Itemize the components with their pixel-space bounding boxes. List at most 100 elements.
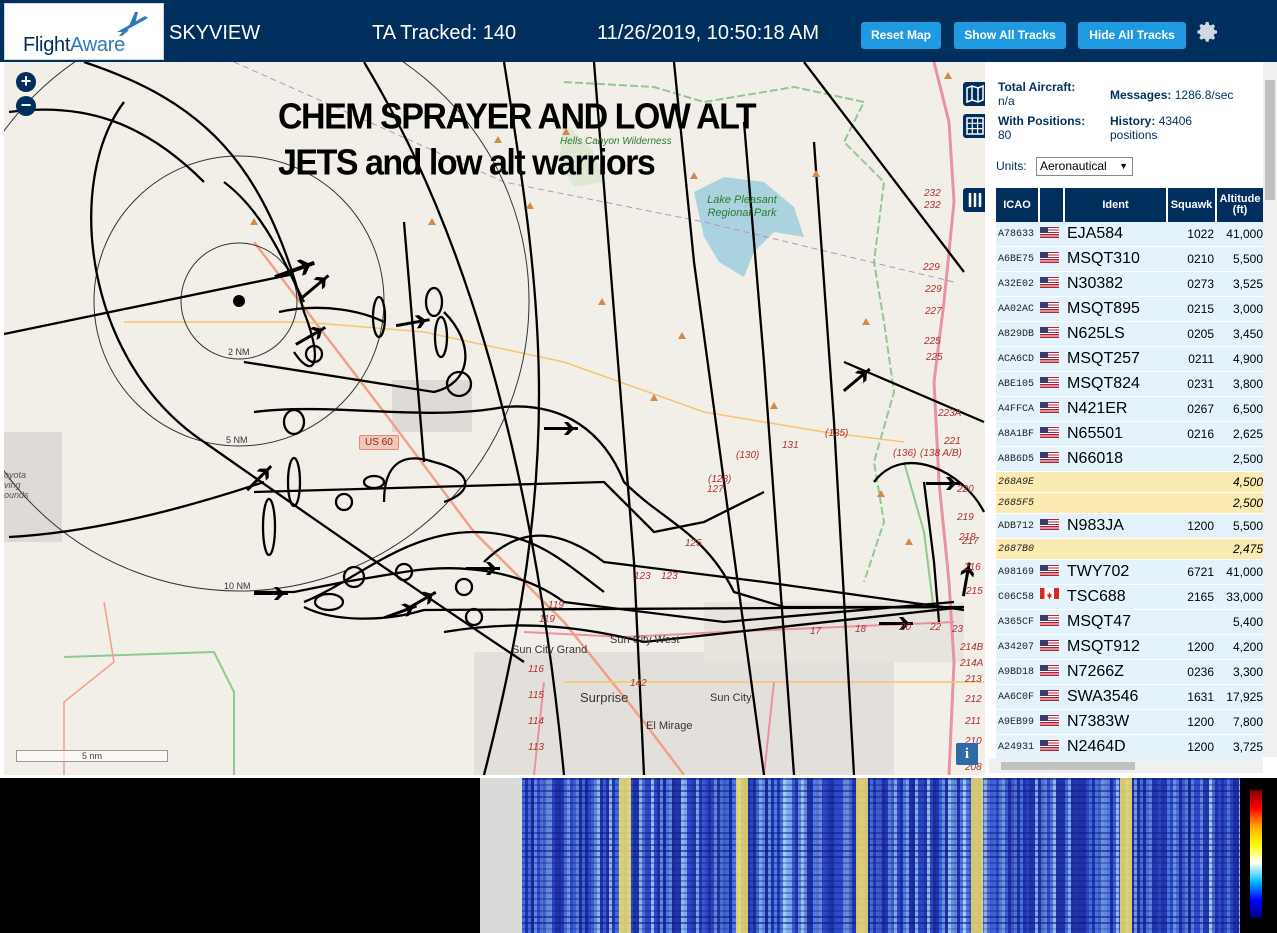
color-scale-bar bbox=[1250, 790, 1262, 918]
waterfall-column bbox=[1179, 778, 1182, 933]
label-sun-city: Sun City bbox=[710, 692, 752, 704]
cell-flag bbox=[1040, 663, 1065, 681]
scroll-thumb[interactable] bbox=[1001, 762, 1135, 770]
waterfall-column bbox=[891, 778, 894, 933]
table-row[interactable]: ABE105 MSQT824 0231 3,800 bbox=[996, 372, 1263, 397]
waterfall-column bbox=[1053, 778, 1056, 933]
col-icao[interactable]: ICAO bbox=[996, 188, 1040, 222]
waterfall-column bbox=[828, 778, 831, 933]
grid-toggle-button[interactable] bbox=[963, 114, 985, 138]
cell-icao: A8A1BF bbox=[998, 428, 1035, 440]
waterfall-column bbox=[675, 778, 678, 933]
cell-icao: A78633 bbox=[998, 228, 1035, 240]
table-row[interactable]: A8A1BF N65501 0216 2,625 bbox=[996, 422, 1263, 447]
table-row[interactable]: A8B6D5 N66018 2,500 bbox=[996, 447, 1263, 472]
waterfall-column bbox=[699, 778, 702, 933]
waterfall-column bbox=[846, 778, 849, 933]
table-row[interactable]: ACA6CD MSQT257 0211 4,900 bbox=[996, 347, 1263, 372]
col-altitude[interactable]: Altitude (ft) bbox=[1217, 188, 1263, 222]
waterfall-column bbox=[939, 778, 942, 933]
waterfall-column bbox=[870, 778, 873, 933]
waterfall-column bbox=[756, 778, 759, 933]
units-select[interactable]: Aeronautical ▼ bbox=[1036, 157, 1133, 176]
table-row[interactable]: A6BE75 MSQT310 0210 5,500 bbox=[996, 247, 1263, 272]
cell-altitude: 3,525 bbox=[1232, 277, 1263, 291]
total-aircraft-label: Total Aircraft: bbox=[998, 80, 1076, 94]
road-label: 131 bbox=[782, 440, 799, 451]
table-row[interactable]: A9BD18 N7266Z 0236 3,300 bbox=[996, 660, 1263, 685]
cell-icao: 268A9E bbox=[998, 476, 1035, 488]
table-row[interactable]: AA6C0F SWA3546 1631 17,925 bbox=[996, 685, 1263, 710]
cell-altitude: 2,475 bbox=[1232, 542, 1263, 556]
cell-squawk: 2165 bbox=[1187, 590, 1214, 604]
total-aircraft-value: n/a bbox=[998, 94, 1015, 108]
info-button[interactable]: i bbox=[956, 743, 978, 765]
table-row[interactable]: A365CF MSQT47 5,400 bbox=[996, 610, 1263, 635]
waterfall-column bbox=[606, 778, 609, 933]
waterfall-column bbox=[1089, 778, 1092, 933]
panel-horizontal-scrollbar[interactable] bbox=[989, 759, 1263, 773]
table-row[interactable]: ADB712 N983JA 1200 5,500 bbox=[996, 514, 1263, 539]
table-row[interactable]: 2687B0 2,475 bbox=[996, 539, 1263, 560]
flightaware-logo[interactable]: FlightAware bbox=[4, 3, 164, 60]
scroll-thumb[interactable] bbox=[1265, 80, 1275, 200]
zoom-out-button[interactable]: − bbox=[16, 96, 36, 116]
cell-ident: MSQT912 bbox=[1067, 638, 1140, 655]
waterfall-column bbox=[1008, 778, 1011, 933]
table-row[interactable]: AA02AC MSQT895 0215 3,000 bbox=[996, 297, 1263, 322]
cell-icao: ABE105 bbox=[998, 378, 1035, 390]
col-flag[interactable] bbox=[1040, 188, 1065, 222]
waterfall-column bbox=[1200, 778, 1203, 933]
table-row[interactable]: A24931 N2464D 1200 3,725 bbox=[996, 735, 1263, 760]
plane-icon bbox=[301, 274, 330, 299]
cell-squawk: 1200 bbox=[1187, 715, 1214, 729]
table-row[interactable]: A98169 TWY702 6721 41,000 bbox=[996, 560, 1263, 585]
table-row[interactable]: A34207 MSQT912 1200 4,200 bbox=[996, 635, 1263, 660]
waterfall-column bbox=[1227, 778, 1230, 933]
cell-squawk: 0210 bbox=[1187, 252, 1214, 266]
show-all-tracks-button[interactable]: Show All Tracks bbox=[954, 22, 1066, 49]
table-row[interactable]: 2685F5 2,500 bbox=[996, 493, 1263, 514]
col-ident[interactable]: Ident bbox=[1065, 188, 1168, 222]
map-view[interactable]: Hells Canyon Wilderness Lake Pleasant Re… bbox=[4, 62, 985, 775]
waterfall-column bbox=[642, 778, 645, 933]
road-label: 142 bbox=[630, 678, 647, 689]
waterfall-column bbox=[906, 778, 909, 933]
skyview-app: FlightAware SKYVIEW TA Tracked: 140 11/2… bbox=[0, 0, 1277, 933]
cell-ident: TSC688 bbox=[1067, 588, 1126, 605]
waterfall-column bbox=[1152, 778, 1155, 933]
cell-ident: MSQT47 bbox=[1067, 613, 1132, 630]
cell-altitude: 2,500 bbox=[1232, 452, 1263, 466]
waterfall-column bbox=[576, 778, 579, 933]
label-surprise: Surprise bbox=[580, 690, 629, 705]
hide-all-tracks-button[interactable]: Hide All Tracks bbox=[1078, 22, 1186, 49]
waterfall-column bbox=[942, 778, 945, 933]
road-label: 23 bbox=[952, 624, 964, 635]
table-row[interactable]: A32E02 N30382 0273 3,525 bbox=[996, 272, 1263, 297]
table-row[interactable]: A4FFCA N421ER 0267 6,500 bbox=[996, 397, 1263, 422]
cell-altitude: 4,500 bbox=[1232, 475, 1263, 489]
us-flag-icon bbox=[1040, 377, 1059, 388]
road-label: 214B bbox=[960, 642, 984, 653]
cell-icao: A365CF bbox=[998, 616, 1035, 628]
col-squawk[interactable]: Squawk bbox=[1168, 188, 1217, 222]
table-row[interactable]: A9EB99 N7383W 1200 7,800 bbox=[996, 710, 1263, 735]
waterfall-column bbox=[657, 778, 660, 933]
cell-altitude: 5,500 bbox=[1232, 252, 1263, 266]
waterfall-column bbox=[723, 778, 726, 933]
gear-icon[interactable] bbox=[1196, 20, 1220, 44]
columns-toggle-button[interactable] bbox=[963, 188, 985, 212]
waterfall-column bbox=[1005, 778, 1008, 933]
history-stat: History: 43406 positions bbox=[1110, 114, 1220, 142]
cell-flag bbox=[1040, 375, 1065, 393]
table-row[interactable]: C06C58 TSC688 2165 33,000 bbox=[996, 585, 1263, 610]
waterfall-signal-band bbox=[736, 778, 748, 933]
reset-map-button[interactable]: Reset Map bbox=[861, 22, 941, 49]
table-row[interactable]: 268A9E 4,500 bbox=[996, 472, 1263, 493]
waterfall-column bbox=[1218, 778, 1221, 933]
table-row[interactable]: A78633 EJA584 1022 41,000 bbox=[996, 222, 1263, 247]
table-row[interactable]: A829DB N625LS 0205 3,450 bbox=[996, 322, 1263, 347]
panel-vertical-scrollbar[interactable] bbox=[1263, 62, 1277, 757]
zoom-in-button[interactable]: + bbox=[16, 72, 36, 92]
map-layers-button[interactable] bbox=[963, 82, 985, 106]
